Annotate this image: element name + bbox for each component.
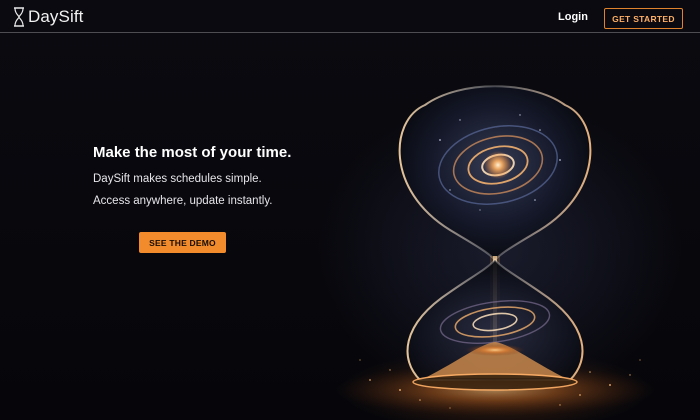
hero-line-access: Access anywhere, update instantly. (93, 195, 273, 207)
hourglass-galaxy-illustration (335, 85, 655, 416)
landing-page: DaySift Login GET STARTED Make the most … (0, 0, 700, 420)
hourglass-icon (14, 7, 24, 27)
get-started-button[interactable]: GET STARTED (604, 8, 683, 29)
brand-logo[interactable]: DaySift (13, 6, 84, 28)
hero-line-simple: DaySift makes schedules simple. (93, 173, 262, 185)
hero-title: Make the most of your time. (93, 144, 292, 161)
see-demo-button[interactable]: SEE THE DEMO (139, 232, 226, 253)
login-link[interactable]: Login (558, 11, 588, 23)
brand-name: DaySift (28, 7, 84, 26)
top-nav: DaySift Login GET STARTED (0, 0, 700, 33)
